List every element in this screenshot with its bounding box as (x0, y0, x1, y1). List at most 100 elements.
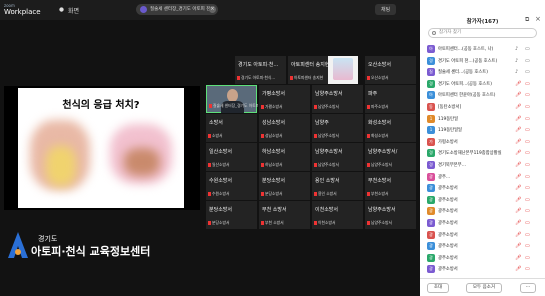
mic-muted-icon[interactable]: 🎤︎ (515, 185, 521, 191)
participant-row[interactable]: 1 119동탄일일 🎤︎ ▭ (427, 125, 539, 136)
tile-label-text: 용인 소방서 (318, 191, 337, 196)
mic-muted-icon (208, 162, 211, 167)
video-tile[interactable]: 남양주소방서 남양주소방서 (365, 201, 416, 229)
participant-row[interactable]: 광 광주소방서 🎤︎ ▭ (427, 230, 539, 241)
participant-row[interactable]: 동 [동탄소방서] 🎤︎ ▭ (427, 102, 539, 113)
mute-all-button[interactable]: 모두 음소거 (466, 283, 502, 293)
tile-label-text: 이천소방서 (318, 220, 336, 225)
video-tile[interactable]: 남양주소방서/남양주소방서 (365, 143, 416, 171)
participant-row[interactable]: 가 가평소방서 🎤︎ ▭ (427, 137, 539, 148)
mic-icon[interactable]: ♪ (515, 46, 520, 52)
participant-row[interactable]: 광 광주소방서 🎤︎ ▭ (427, 195, 539, 206)
video-tile[interactable]: 남양주소방서 남양주소방서 (312, 85, 363, 113)
mic-muted-icon[interactable]: 🎤︎ (515, 255, 521, 261)
video-off-icon[interactable]: ▭ (525, 150, 533, 156)
video-tile[interactable]: 경기도 아토피·천… 경기도 아토피·천식… (235, 56, 286, 84)
tile-label: 수원소방서 (208, 191, 257, 197)
mic-muted-icon[interactable]: 🎤︎ (515, 116, 521, 122)
participant-row[interactable]: 광 광주… 🎤︎ ▭ (427, 172, 539, 183)
video-off-icon[interactable]: ▭ (525, 139, 533, 145)
mic-muted-icon[interactable]: 🎤︎ (515, 81, 521, 87)
participant-row[interactable]: 1 119동탄일 🎤︎ ▭ (427, 114, 539, 125)
video-tile[interactable]: 질술세 센터장_경기도 아토피 천… (206, 85, 258, 113)
invite-button[interactable]: 초대 (427, 283, 449, 293)
participant-name: 가평소방서 (438, 139, 458, 145)
video-icon[interactable]: ▭ (525, 69, 533, 75)
participant-row[interactable]: 광 광주소방서 🎤︎ ▭ (427, 241, 539, 252)
view-button[interactable]: 화면 (58, 6, 79, 15)
participant-row[interactable]: 아 아토피센터 한윤아(공동 호스트) 🎤︎ ▭ (427, 90, 539, 101)
video-tile[interactable]: 가평소방서 가평소방서 (259, 85, 310, 113)
video-off-icon[interactable]: ▭ (525, 266, 533, 272)
video-tile[interactable]: 파주 파주소방서 (365, 85, 416, 113)
participant-row[interactable]: 경 경기도 아토피…(공동 호스트) 🎤︎ ▭ (427, 79, 539, 90)
participant-row[interactable]: 아 아토피센터…(공동 호스트, 나) ♪ ▭ (427, 44, 539, 55)
chat-tab[interactable]: 채팅 (375, 4, 397, 15)
video-off-icon[interactable]: ▭ (525, 116, 533, 122)
video-tile[interactable]: 화성소방서 화성소방서 (365, 114, 416, 142)
tile-name: 수원소방서 (209, 178, 233, 184)
video-tile[interactable]: 용인 소방서 용인 소방서 (312, 172, 363, 200)
participant-row[interactable]: 광 광주소방서 🎤︎ ▭ (427, 206, 539, 217)
video-off-icon[interactable]: ▭ (525, 232, 533, 238)
mic-muted-icon[interactable]: 🎤︎ (515, 104, 521, 110)
video-off-icon[interactable]: ▭ (525, 162, 533, 168)
video-off-icon[interactable]: ▭ (525, 208, 533, 214)
mic-muted-icon[interactable]: 🎤︎ (515, 220, 521, 226)
video-off-icon[interactable]: ▭ (525, 220, 533, 226)
video-tile[interactable]: 남양주소방서 남양주소방서 (312, 143, 363, 171)
video-off-icon[interactable]: ▭ (525, 255, 533, 261)
video-tile[interactable]: 일산소방서 일산소방서 (206, 143, 257, 171)
video-icon[interactable]: ▭ (525, 58, 533, 64)
participant-row[interactable]: 광 광주소방서 🎤︎ ▭ (427, 218, 539, 229)
video-tile[interactable]: 성남소방서 성남소방서 (259, 114, 310, 142)
video-tile[interactable]: 소방서 소방서 (206, 114, 257, 142)
video-tile[interactable]: 이천소방서 이천소방서 (312, 201, 363, 229)
video-off-icon[interactable]: ▭ (525, 104, 533, 110)
mic-muted-icon[interactable]: 🎤︎ (515, 127, 521, 133)
video-off-icon[interactable]: ▭ (525, 185, 533, 191)
close-icon[interactable]: × (209, 6, 216, 13)
video-off-icon[interactable]: ▭ (525, 174, 533, 180)
mic-icon[interactable]: ♪ (515, 69, 520, 75)
video-tile[interactable]: 분당소방서 분당소방서 (259, 172, 310, 200)
video-tile[interactable]: 부천 소방서 부천 소방서 (259, 201, 310, 229)
mic-muted-icon[interactable]: 🎤︎ (515, 174, 521, 180)
mic-muted-icon[interactable]: 🎤︎ (515, 139, 521, 145)
mic-muted-icon[interactable]: 🎤︎ (515, 197, 521, 203)
mic-icon[interactable]: ♪ (515, 58, 520, 64)
participant-row[interactable]: 경 경기북부본부… 🎤︎ ▭ (427, 160, 539, 171)
participant-row[interactable]: 광 광주소방서 🎤︎ ▭ (427, 264, 539, 275)
video-icon[interactable]: ▭ (525, 46, 533, 52)
tile-label-text: 하남소방서 (265, 162, 283, 167)
popout-icon[interactable]: ⧉ (525, 16, 529, 24)
mic-muted-icon[interactable]: 🎤︎ (515, 243, 521, 249)
active-speaker-indicator[interactable]: 질술세 센터장_경기도 아토피 천… × (136, 4, 218, 15)
participant-row[interactable]: 경 경기도 아토피 천…(공동 호스트) ♪ ▭ (427, 56, 539, 67)
video-off-icon[interactable]: ▭ (525, 92, 533, 98)
participant-row[interactable]: 광 광주소방서 🎤︎ ▭ (427, 253, 539, 264)
participant-row[interactable]: 질 질술세 센터…(공동 호스트) ♪ ▭ (427, 67, 539, 78)
participant-search-input[interactable]: 참가자 찾기 (428, 28, 537, 38)
video-tile[interactable]: 부천소방서 부천소방서 (365, 172, 416, 200)
video-tile[interactable]: 수원소방서 수원소방서 (206, 172, 257, 200)
mic-muted-icon[interactable]: 🎤︎ (515, 232, 521, 238)
mic-muted-icon[interactable]: 🎤︎ (515, 150, 521, 156)
mic-muted-icon[interactable]: 🎤︎ (515, 162, 521, 168)
mic-muted-icon[interactable]: 🎤︎ (515, 266, 521, 272)
video-off-icon[interactable]: ▭ (525, 127, 533, 133)
video-tile[interactable]: 분당소방서 분당소방서 (206, 201, 257, 229)
mic-muted-icon[interactable]: 🎤︎ (515, 208, 521, 214)
video-tile[interactable]: 오산소방서 오산소방서 (365, 56, 416, 84)
video-tile[interactable] (328, 56, 358, 84)
video-off-icon[interactable]: ▭ (525, 197, 533, 203)
video-off-icon[interactable]: ▭ (525, 81, 533, 87)
video-tile[interactable]: 하남소방서 하남소방서 (259, 143, 310, 171)
close-panel-icon[interactable]: × (535, 15, 541, 23)
video-off-icon[interactable]: ▭ (525, 243, 533, 249)
mic-muted-icon[interactable]: 🎤︎ (515, 92, 521, 98)
video-tile[interactable]: 남양주 남양주소방서 (312, 114, 363, 142)
more-options-button[interactable]: ··· (520, 283, 536, 293)
participant-row[interactable]: 광 광주소방서 🎤︎ ▭ (427, 183, 539, 194)
participant-row[interactable]: 경 경기도소방재난본부119종합상황실 🎤︎ ▭ (427, 148, 539, 159)
